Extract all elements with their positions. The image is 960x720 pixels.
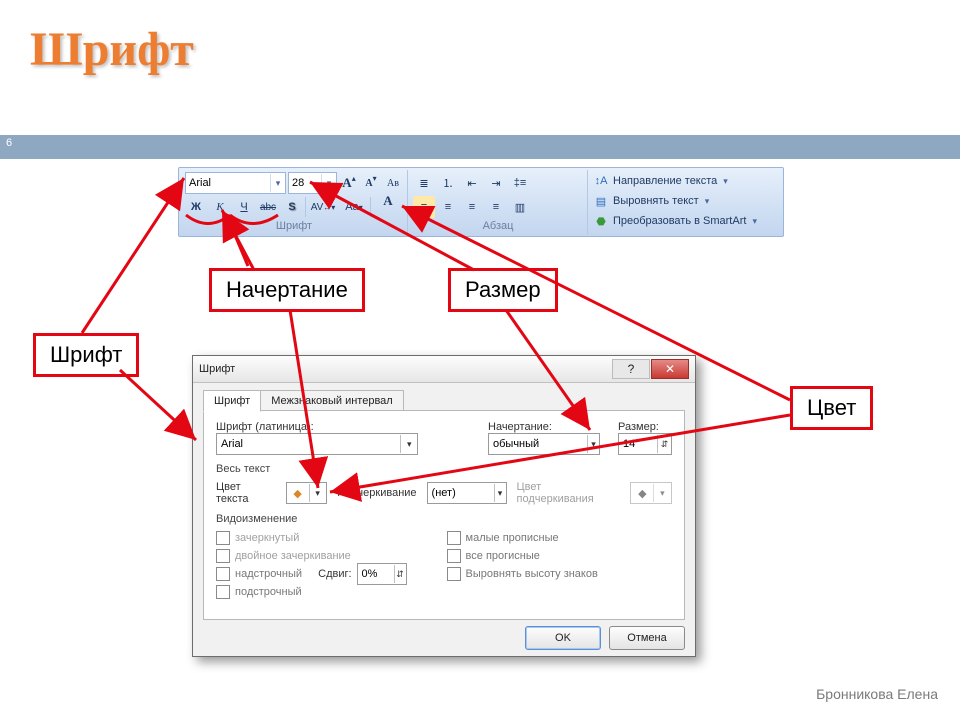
chevron-down-icon[interactable]: ▾: [587, 435, 599, 453]
text-color-combo[interactable]: ◆ ▾: [286, 482, 328, 504]
check-allcaps[interactable]: все прогисные: [447, 547, 598, 565]
ok-button[interactable]: OK: [525, 626, 601, 650]
label-font-latin: Шрифт (латиница):: [216, 421, 470, 433]
underline-combo[interactable]: ▾: [427, 482, 507, 504]
change-case-button[interactable]: Aa▾: [340, 196, 368, 218]
callout-font: Шрифт: [33, 333, 139, 377]
help-button[interactable]: ?: [612, 359, 650, 379]
indent-inc-button[interactable]: ⇥: [485, 172, 507, 194]
text-direction-icon: ↕A: [593, 173, 609, 189]
check-subscript[interactable]: подстрочный: [216, 583, 407, 601]
close-button[interactable]: ✕: [651, 359, 689, 379]
dialog-style-input[interactable]: [489, 435, 587, 453]
font-name-input[interactable]: [186, 174, 270, 192]
label-underline: Подчеркивание: [337, 487, 416, 499]
align-center-button[interactable]: ≡: [437, 196, 459, 218]
tab-spacing[interactable]: Межзнаковый интервал: [260, 390, 404, 412]
smartart-icon: ⬣: [593, 213, 609, 229]
chevron-down-icon[interactable]: ▾: [270, 174, 285, 192]
label-text-color: Цвет текста: [216, 481, 276, 505]
numbering-button[interactable]: ⒈: [437, 172, 459, 194]
shrink-font-button[interactable]: A▾: [361, 172, 381, 194]
font-name-combo[interactable]: ▾: [185, 172, 286, 194]
check-smallcaps[interactable]: малые прописные: [447, 529, 598, 547]
underline-color-combo[interactable]: ◆ ▾: [630, 482, 672, 504]
clear-formatting-button[interactable]: Aʙ: [383, 172, 403, 194]
chevron-down-icon[interactable]: ▾: [400, 435, 417, 453]
section-alltext: Весь текст: [216, 463, 672, 475]
dialog-style-combo[interactable]: ▾: [488, 433, 600, 455]
bucket-icon: ◆: [631, 487, 653, 500]
strike-button[interactable]: abc: [257, 196, 279, 218]
callout-size: Размер: [448, 268, 558, 312]
underline-input[interactable]: [428, 484, 494, 502]
dialog-titlebar: Шрифт ? ✕: [193, 356, 695, 383]
align-text-button[interactable]: ▤ Выровнять текст▾: [593, 192, 709, 210]
underline-button[interactable]: Ч: [233, 196, 255, 218]
columns-button[interactable]: ▥: [509, 196, 531, 218]
font-size-combo[interactable]: ▾: [288, 172, 337, 194]
font-dialog: Шрифт ? ✕ Шрифт Межзнаковый интервал Шри…: [192, 355, 696, 657]
tab-font[interactable]: Шрифт: [203, 390, 261, 412]
dialog-title: Шрифт: [199, 363, 611, 375]
dialog-size-input[interactable]: [619, 435, 657, 453]
dialog-font-combo[interactable]: ▾: [216, 433, 418, 455]
italic-button[interactable]: К: [209, 196, 231, 218]
font-size-input[interactable]: [289, 174, 321, 192]
chevron-down-icon[interactable]: ▾: [653, 484, 670, 502]
label-style: Начертание:: [488, 421, 600, 433]
cancel-button[interactable]: Отмена: [609, 626, 685, 650]
chevron-down-icon[interactable]: ▾: [321, 174, 336, 192]
chevron-down-icon[interactable]: ▾: [494, 484, 506, 502]
ribbon: ▾ ▾ A▴ A▾ Aʙ Ж К Ч abc S AV↔▾ Aa▾: [178, 167, 784, 237]
spinner-icon[interactable]: ⇵: [657, 435, 671, 453]
check-strikethrough[interactable]: зачеркнутый: [216, 529, 407, 547]
check-superscript[interactable]: надстрочный Сдвиг: ⇵: [216, 565, 407, 583]
check-equalize[interactable]: Выровнять высоту знаков: [447, 565, 598, 583]
line-spacing-button[interactable]: ‡≡: [509, 172, 531, 194]
callout-color: Цвет: [790, 386, 873, 430]
author-name: Бронникова Елена: [816, 686, 938, 702]
label-offset: Сдвиг:: [318, 568, 351, 580]
ribbon-group-textmenu: ↕A Направление текста▾ ▤ Выровнять текст…: [589, 170, 779, 234]
chevron-down-icon[interactable]: ▾: [309, 484, 326, 502]
bucket-icon: ◆: [287, 487, 309, 500]
dialog-font-input[interactable]: [217, 435, 400, 453]
ribbon-group-paragraph: ≣ ⒈ ⇤ ⇥ ‡≡ ≡ ≡ ≡ ≡ ▥ Абзац: [409, 170, 588, 234]
align-right-button[interactable]: ≡: [461, 196, 483, 218]
ribbon-group-font: ▾ ▾ A▴ A▾ Aʙ Ж К Ч abc S AV↔▾ Aa▾: [181, 170, 408, 234]
ribbon-group-label-font: Шрифт: [181, 220, 407, 232]
effects-column-left: зачеркнутый двойное зачеркивание надстро…: [216, 529, 407, 601]
slide-title: Шрифт: [30, 22, 194, 77]
text-direction-button[interactable]: ↕A Направление текста▾: [593, 172, 728, 190]
dialog-size-combo[interactable]: ⇵: [618, 433, 672, 455]
page-header-bar: [0, 135, 960, 159]
callout-style: Начертание: [209, 268, 365, 312]
offset-spinner[interactable]: ⇵: [357, 563, 407, 585]
section-effects: Видоизменение: [216, 513, 672, 525]
bullets-button[interactable]: ≣: [413, 172, 435, 194]
ribbon-group-label-paragraph: Абзац: [409, 220, 587, 232]
dialog-body: Шрифт (латиница): ▾ Начертание: ▾ Размер…: [203, 410, 685, 620]
align-left-button[interactable]: ≡: [413, 196, 435, 218]
font-color-button[interactable]: A: [373, 196, 403, 218]
page-number: 6: [6, 137, 12, 149]
shadow-button[interactable]: S: [281, 196, 303, 218]
label-size: Размер:: [618, 421, 672, 433]
label-underline-color: Цвет подчеркивания: [517, 481, 621, 505]
indent-dec-button[interactable]: ⇤: [461, 172, 483, 194]
smartart-button[interactable]: ⬣ Преобразовать в SmartArt▾: [593, 212, 757, 230]
align-text-icon: ▤: [593, 193, 609, 209]
align-justify-button[interactable]: ≡: [485, 196, 507, 218]
bold-button[interactable]: Ж: [185, 196, 207, 218]
effects-column-right: малые прописные все прогисные Выровнять …: [447, 529, 598, 601]
char-spacing-button[interactable]: AV↔▾: [308, 196, 338, 218]
grow-font-button[interactable]: A▴: [339, 172, 359, 194]
